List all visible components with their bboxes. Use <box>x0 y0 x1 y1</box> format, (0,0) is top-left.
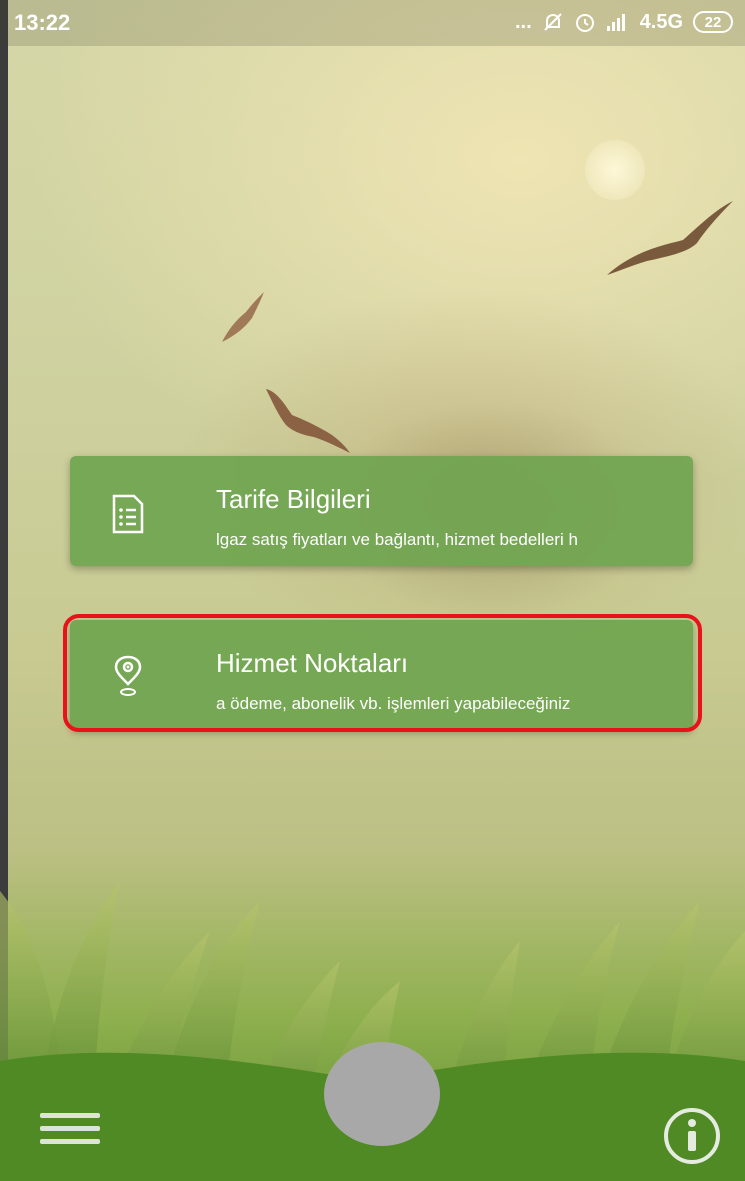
card-title: Tarife Bilgileri <box>216 484 371 514</box>
menu-line <box>40 1139 100 1144</box>
status-bar: 13:22 ... 4.5G 22 <box>0 0 745 46</box>
battery-icon: 22 <box>693 11 733 33</box>
more-dots: ... <box>514 10 532 33</box>
menu-line <box>40 1113 100 1118</box>
hizmet-noktalari-card[interactable]: Hizmet Noktaları a ödeme, abonelik vb. i… <box>70 620 693 730</box>
bird-illustration-1 <box>607 201 733 275</box>
signal-icon <box>606 14 625 31</box>
center-action-button[interactable] <box>324 1042 440 1146</box>
location-pin-icon <box>114 655 142 696</box>
alarm-icon <box>575 14 594 32</box>
sun-glow <box>585 140 645 200</box>
status-time: 13:22 <box>14 10 71 35</box>
menu-line <box>40 1126 100 1131</box>
status-icons: ... 4.5G 22 <box>515 8 733 36</box>
card-subtitle: lgaz satış fiyatları ve bağlantı, hizmet… <box>216 530 578 549</box>
menu-icon[interactable] <box>40 1113 100 1153</box>
info-icon[interactable] <box>662 1106 722 1166</box>
mute-icon <box>543 13 562 31</box>
bird-illustration-2 <box>222 292 264 342</box>
card-subtitle: a ödeme, abonelik vb. işlemleri yapabile… <box>216 694 571 713</box>
app-screen: 13:22 ... 4.5G 22 Tarife Bilgileri lgaz … <box>0 0 745 1181</box>
network-type: 4.5G <box>639 10 683 33</box>
tarife-bilgileri-card[interactable]: Tarife Bilgileri lgaz satış fiyatları ve… <box>70 456 693 566</box>
document-list-icon <box>112 494 144 534</box>
bird-illustration-3 <box>266 389 350 453</box>
card-title: Hizmet Noktaları <box>216 648 409 678</box>
